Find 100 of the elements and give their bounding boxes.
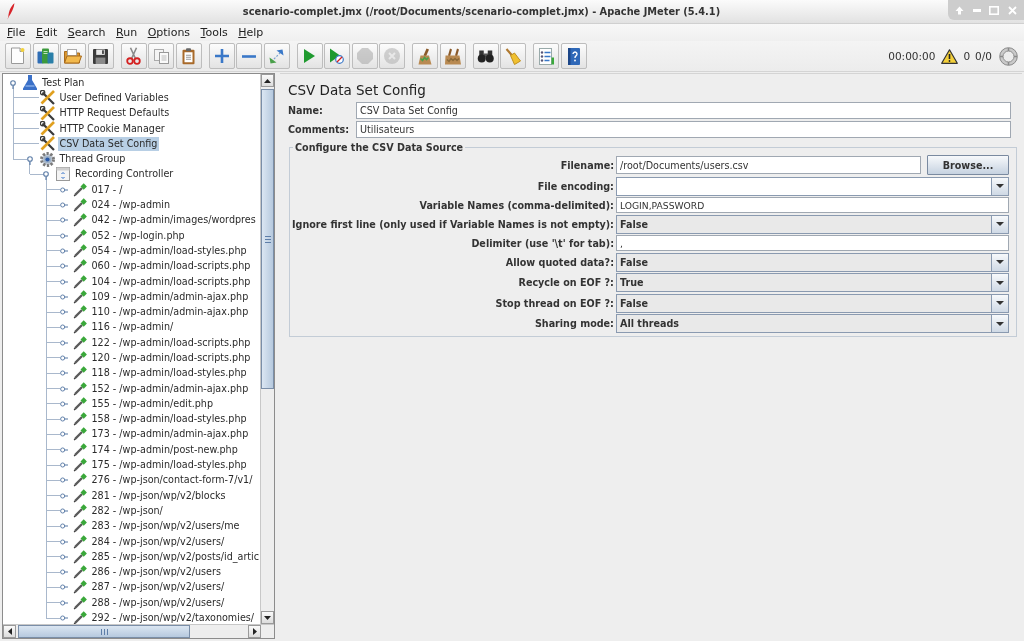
menu-item[interactable]: Edit: [35, 26, 58, 39]
scroll-down-button[interactable]: [261, 611, 274, 624]
tree-item[interactable]: 120 - /wp-admin/load-scripts.php: [89, 351, 253, 365]
scroll-right-button[interactable]: [248, 625, 261, 638]
collapsed-handle-icon[interactable]: [59, 492, 68, 499]
tree-item[interactable]: 288 - /wp-json/wp/v2/users/: [89, 595, 227, 610]
collapsed-handle-icon[interactable]: [59, 400, 68, 407]
tree-item[interactable]: 109 - /wp-admin/admin-ajax.php: [89, 289, 251, 304]
clear-button[interactable]: [412, 43, 438, 69]
collapsed-handle-icon[interactable]: [59, 324, 68, 331]
menu-item[interactable]: Search: [67, 26, 106, 39]
tree-item[interactable]: 158 - /wp-admin/load-styles.php: [89, 412, 249, 427]
collapsed-handle-icon[interactable]: [59, 599, 68, 606]
collapsed-handle-icon[interactable]: [59, 370, 68, 377]
copy-button[interactable]: [148, 43, 174, 69]
tree-item[interactable]: 286 - /wp-json/wp/v2/users: [89, 565, 223, 580]
expanded-handle-icon[interactable]: [10, 79, 16, 89]
tree-item[interactable]: 116 - /wp-admin/: [89, 320, 176, 335]
start-no-pause-button[interactable]: [324, 43, 350, 69]
tree-item[interactable]: 282 - /wp-json/: [89, 503, 165, 518]
collapsed-handle-icon[interactable]: [59, 446, 68, 453]
collapsed-handle-icon[interactable]: [59, 247, 68, 254]
search-button[interactable]: [472, 43, 499, 69]
text-field[interactable]: ,: [615, 235, 1009, 251]
tree-item[interactable]: 152 - /wp-admin/admin-ajax.php: [89, 381, 251, 396]
menu-item[interactable]: Run: [116, 26, 138, 39]
scroll-thumb[interactable]: [261, 89, 274, 389]
cut-button[interactable]: [120, 43, 147, 69]
file-path-field[interactable]: /root/Documents/users.csv: [615, 156, 921, 174]
collapsed-handle-icon[interactable]: [59, 339, 68, 346]
tree-item[interactable]: 052 - /wp-login.php: [89, 228, 187, 243]
collapsed-handle-icon[interactable]: [59, 569, 68, 576]
collapsed-handle-icon[interactable]: [59, 431, 68, 438]
collapsed-handle-icon[interactable]: [59, 553, 68, 560]
dropdown-button[interactable]: [991, 315, 1008, 332]
tree-item[interactable]: 155 - /wp-admin/edit.php: [89, 396, 216, 411]
comments-field[interactable]: Utilisateurs: [356, 121, 1011, 138]
dropdown-button[interactable]: [991, 294, 1008, 312]
combo-box[interactable]: False: [615, 252, 1009, 272]
open-button[interactable]: [60, 43, 86, 69]
tree-item[interactable]: 054 - /wp-admin/load-styles.php: [89, 243, 249, 258]
start-button[interactable]: [296, 43, 323, 69]
tree-item[interactable]: 042 - /wp-admin/images/wordpres: [89, 213, 258, 228]
tree-item[interactable]: 104 - /wp-admin/load-scripts.php: [89, 274, 253, 289]
menu-item[interactable]: Help: [238, 26, 264, 39]
templates-button[interactable]: [32, 43, 59, 69]
help-button[interactable]: [560, 43, 587, 69]
collapsed-handle-icon[interactable]: [59, 462, 68, 469]
dropdown-button[interactable]: [991, 177, 1008, 195]
tree-item[interactable]: 281 - /wp-json/wp/v2/blocks: [89, 488, 228, 503]
menu-item[interactable]: Tools: [200, 26, 228, 39]
tree-item[interactable]: 284 - /wp-json/wp/v2/users/: [89, 534, 227, 549]
tree-item[interactable]: Recording Controller: [73, 167, 176, 182]
dropdown-button[interactable]: [991, 215, 1008, 233]
tree-item[interactable]: Thread Group: [57, 152, 128, 167]
tree-item[interactable]: 285 - /wp-json/wp/v2/posts/id_artic: [89, 549, 260, 564]
tree-item[interactable]: 173 - /wp-admin/admin-ajax.php: [89, 427, 251, 442]
clear-all-button[interactable]: [439, 43, 466, 69]
dropdown-button[interactable]: [991, 274, 1008, 291]
tree-item[interactable]: HTTP Request Defaults: [57, 106, 172, 121]
scroll-left-button[interactable]: [3, 625, 16, 638]
menu-item[interactable]: File: [7, 26, 26, 39]
collapsed-handle-icon[interactable]: [59, 232, 68, 239]
expand-button[interactable]: [208, 43, 235, 69]
save-button[interactable]: [87, 43, 114, 69]
paste-button[interactable]: [175, 43, 202, 69]
collapsed-handle-icon[interactable]: [59, 615, 68, 622]
combo-box[interactable]: False: [615, 214, 1009, 234]
tree-item[interactable]: 017 - /: [89, 182, 125, 197]
collapsed-handle-icon[interactable]: [59, 186, 68, 193]
collapsed-handle-icon[interactable]: [59, 538, 68, 545]
collapsed-handle-icon[interactable]: [59, 416, 68, 423]
tree-item[interactable]: 287 - /wp-json/wp/v2/users/: [89, 580, 227, 595]
collapsed-handle-icon[interactable]: [59, 507, 68, 514]
collapsed-handle-icon[interactable]: [59, 293, 68, 300]
tree-item[interactable]: 292 - /wp-json/wp/v2/taxonomies/: [89, 611, 257, 624]
collapsed-handle-icon[interactable]: [59, 278, 68, 285]
function-helper-button[interactable]: [533, 43, 559, 69]
combo-box[interactable]: False: [615, 293, 1009, 313]
collapsed-handle-icon[interactable]: [59, 263, 68, 270]
scroll-up-button[interactable]: [261, 74, 274, 87]
combo-box[interactable]: All threads: [615, 314, 1009, 333]
tree-item[interactable]: 024 - /wp-admin: [89, 198, 173, 212]
menu-item[interactable]: Options: [147, 26, 191, 39]
collapsed-handle-icon[interactable]: [59, 202, 68, 208]
collapsed-handle-icon[interactable]: [59, 217, 68, 224]
collapse-button[interactable]: [236, 43, 262, 69]
expanded-handle-icon[interactable]: [43, 171, 49, 181]
dropdown-button[interactable]: [991, 253, 1008, 271]
text-field[interactable]: LOGIN,PASSWORD: [615, 197, 1009, 213]
collapsed-handle-icon[interactable]: [59, 355, 68, 361]
tree-item[interactable]: User Defined Variables: [57, 90, 171, 105]
scroll-thumb[interactable]: [18, 625, 190, 638]
tree-item[interactable]: 118 - /wp-admin/load-styles.php: [89, 366, 249, 381]
tree-item[interactable]: 060 - /wp-admin/load-scripts.php: [89, 259, 253, 274]
expanded-handle-icon[interactable]: [26, 156, 33, 166]
collapsed-handle-icon[interactable]: [59, 523, 68, 530]
vertical-scrollbar[interactable]: [260, 74, 274, 624]
collapsed-handle-icon[interactable]: [59, 385, 68, 392]
tree-item[interactable]: 276 - /wp-json/contact-form-7/v1/: [89, 473, 255, 488]
